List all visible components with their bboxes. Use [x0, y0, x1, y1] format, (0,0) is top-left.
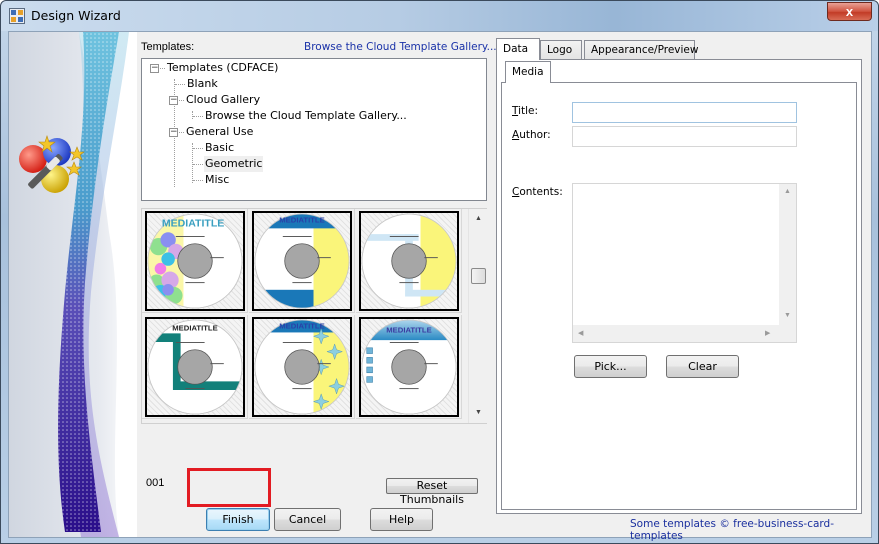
template-credit-link[interactable]: Some templates © free-business-card-temp…	[630, 518, 871, 542]
tree-node-label: General Use	[186, 125, 254, 138]
template-thumbnail[interactable]: MEDIATITLE	[142, 315, 248, 419]
contents-textarea[interactable]: ▲ ▼ ◀ ▶	[572, 183, 797, 343]
tab-appearance-preview[interactable]: Appearance/Preview	[584, 40, 698, 60]
tree-guide-line	[192, 111, 193, 119]
thumbnail-scrollbar[interactable]: ▲ ▼	[468, 209, 487, 423]
cd-label-preview[interactable]: MEDIATITLE	[145, 211, 245, 311]
cd-label-preview[interactable]: MEDIATITLE	[359, 317, 459, 417]
cd-label-preview[interactable]: MEDIATITLE	[145, 317, 245, 417]
pick-button[interactable]: Pick...	[574, 355, 647, 378]
thumbnail-title: MEDIATITLE	[279, 216, 324, 225]
tree-node-label: Browse the Cloud Template Gallery...	[205, 109, 407, 122]
browse-cloud-gallery-link[interactable]: Browse the Cloud Template Gallery...	[304, 41, 497, 53]
dialog-client-area: Templates: Browse the Cloud Template Gal…	[8, 31, 872, 542]
thumbnail-title: MEDIATITLE	[172, 324, 217, 333]
template-thumbnail[interactable]: MEDIATITLE	[249, 209, 355, 313]
scroll-down-icon[interactable]: ▼	[784, 312, 791, 319]
template-thumbnail-grid: MEDIATITLE MEDIATITLE MEDIATITLE MEDIATITLE…	[141, 208, 487, 424]
author-label: Author:	[512, 129, 551, 141]
template-thumbnail[interactable]: MEDIATITLE	[249, 315, 355, 419]
close-button[interactable]: x	[827, 2, 872, 21]
finish-button[interactable]: Finish	[206, 508, 270, 531]
scroll-left-icon[interactable]: ◀	[578, 329, 583, 337]
tree-node-label: Misc	[205, 173, 230, 186]
scrollbar-thumb[interactable]	[471, 268, 486, 284]
help-button[interactable]: Help	[370, 508, 433, 531]
thumbnail-title: MEDIATITLE	[162, 217, 225, 229]
properties-tab-control: Data Logo Appearance/Preview Media Title…	[496, 38, 862, 514]
tree-node-label: Templates (CDFACE)	[167, 61, 279, 74]
title-bar[interactable]: Design Wizard x	[1, 1, 878, 31]
contents-horizontal-scrollbar[interactable]: ◀ ▶	[573, 325, 779, 342]
tab-data[interactable]: Data	[496, 38, 540, 60]
cd-label-preview[interactable]: MEDIATITLE	[252, 317, 352, 417]
wizard-banner-image	[9, 32, 137, 537]
template-thumbnail[interactable]: MEDIATITLE	[356, 315, 462, 419]
templates-tree[interactable]: − Templates (CDFACE) Blank − Cloud Galle…	[141, 58, 487, 201]
template-thumbnail[interactable]	[356, 209, 462, 313]
design-wizard-window: Design Wizard x Templates: Browse the Cl…	[0, 0, 879, 544]
clear-button[interactable]: Clear	[666, 355, 739, 378]
data-tab-panel: Media Title: Author: Contents: ▲ ▼ ◀ ▶ P…	[496, 59, 862, 514]
collapse-icon[interactable]: −	[169, 128, 178, 137]
reset-thumbnails-button[interactable]: Reset Thumbnails	[386, 478, 478, 506]
scrollbar-corner	[779, 325, 796, 342]
collapse-icon[interactable]: −	[150, 64, 159, 73]
cd-label-preview[interactable]: MEDIATITLE	[252, 211, 352, 311]
thumbnail-title: MEDIATITLE	[279, 322, 324, 331]
cd-label-preview[interactable]	[359, 211, 459, 311]
finish-highlight-annotation	[187, 468, 271, 507]
templates-label: Templates:	[141, 41, 195, 53]
tree-guide-line	[192, 143, 193, 183]
tree-node-label: Cloud Gallery	[186, 93, 261, 106]
window-title: Design Wizard	[31, 8, 121, 23]
media-tab-panel: Title: Author: Contents: ▲ ▼ ◀ ▶ Pick...…	[501, 82, 857, 510]
tab-media[interactable]: Media	[505, 61, 551, 83]
scroll-up-icon[interactable]: ▲	[474, 214, 483, 223]
title-input[interactable]	[572, 102, 797, 123]
author-input[interactable]	[572, 126, 797, 147]
scroll-right-icon[interactable]: ▶	[765, 329, 770, 337]
tab-logo[interactable]: Logo	[540, 40, 582, 60]
scroll-down-icon[interactable]: ▼	[474, 408, 483, 417]
thumbnail-title: MEDIATITLE	[386, 325, 431, 334]
title-label: Title:	[512, 105, 539, 117]
scroll-up-icon[interactable]: ▲	[784, 188, 791, 195]
collapse-icon[interactable]: −	[169, 96, 178, 105]
contents-vertical-scrollbar[interactable]: ▲ ▼	[779, 184, 796, 325]
close-icon: x	[845, 4, 854, 19]
page-number: 001	[146, 477, 165, 489]
template-thumbnail[interactable]: MEDIATITLE	[142, 209, 248, 313]
app-icon	[9, 8, 25, 24]
tree-node-label: Blank	[187, 77, 218, 90]
contents-label: Contents:	[512, 186, 563, 198]
cancel-button[interactable]: Cancel	[274, 508, 341, 531]
tree-node-label: Basic	[205, 141, 235, 154]
tree-node-label: Geometric	[204, 156, 264, 172]
